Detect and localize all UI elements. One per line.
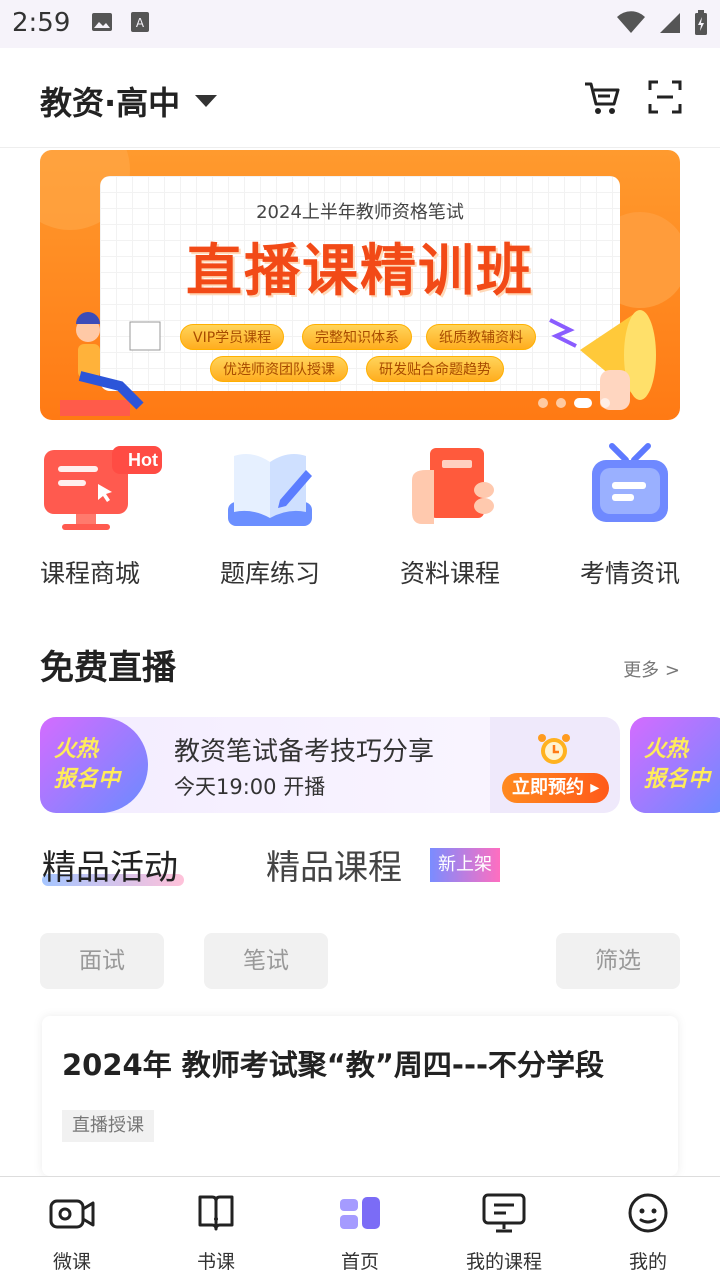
video-camera-icon <box>49 1199 95 1229</box>
nav-home[interactable]: 首页 <box>300 1191 420 1274</box>
section-title-free-live: 免费直播 <box>40 648 176 688</box>
hot-badge-line2: 报名中 <box>54 767 121 792</box>
hot-signup-badge: 火热 报名中 <box>630 717 720 813</box>
banner-subtitle: 2024上半年教师资格笔试 <box>256 202 464 223</box>
filter-interview[interactable]: 面试 <box>40 933 164 989</box>
banner-pagination <box>538 398 610 408</box>
nav-my-courses[interactable]: 我的课程 <box>444 1191 564 1274</box>
cart-icon[interactable] <box>582 78 622 118</box>
alarm-clock-icon <box>538 734 570 764</box>
hot-badge-line1: 火热 <box>644 737 689 762</box>
nav-label: 我的 <box>628 1251 667 1273</box>
hot-badge-line1: 火热 <box>54 737 99 762</box>
promo-banner[interactable]: 2024上半年教师资格笔试 直播课精训班 VIP学员课程 完整知识体系 纸质教辅… <box>40 150 680 420</box>
quick-link-label: 题库练习 <box>219 559 320 588</box>
reserve-panel: 立即预约 ▸ <box>490 717 620 813</box>
banner-tag: 完整知识体系 <box>302 324 412 350</box>
monitor-icon <box>482 1193 526 1233</box>
status-bar: 2:59 A <box>0 0 720 48</box>
quick-link-materials[interactable]: 资料课程 <box>360 440 540 590</box>
quick-link-question-bank[interactable]: 题库练习 <box>180 440 360 590</box>
hot-badge-line2: 报名中 <box>644 767 711 792</box>
nav-label: 微课 <box>52 1251 91 1273</box>
exam-selector-label: 教资·高中 <box>40 84 181 122</box>
live-title: 教资笔试备考技巧分享 <box>174 737 435 767</box>
quick-links: Hot 课程商城 题库练习 资料课程 考情资讯 <box>0 440 720 600</box>
student-illustration <box>60 312 161 416</box>
course-tag: 直播授课 <box>62 1110 154 1142</box>
tab-featured-courses[interactable]: 精品课程 <box>266 840 402 889</box>
banner-headline: 直播课精训班 <box>186 239 534 304</box>
nav-label: 首页 <box>340 1251 379 1273</box>
quick-link-label: 考情资讯 <box>579 559 680 588</box>
smiley-icon <box>628 1193 668 1233</box>
home-grid-icon <box>340 1197 380 1229</box>
live-card[interactable]: 火热 报名中 <box>630 717 720 813</box>
quick-link-label: 课程商城 <box>39 559 140 588</box>
nav-label: 我的课程 <box>465 1251 542 1273</box>
live-card[interactable]: 火热 报名中 教资笔试备考技巧分享 今天19:00 开播 立即预约 ▸ <box>40 717 620 813</box>
svg-text:A: A <box>136 16 145 30</box>
exam-selector[interactable]: 教资·高中 <box>40 78 218 124</box>
banner-tag: 纸质教辅资料 <box>426 324 536 350</box>
quick-link-exam-news[interactable]: 考情资讯 <box>540 440 720 590</box>
new-badge: 新上架 <box>430 848 500 882</box>
nav-me[interactable]: 我的 <box>588 1191 708 1274</box>
filter-written[interactable]: 笔试 <box>204 933 328 989</box>
banner-tag: 优选师资团队授课 <box>210 356 348 382</box>
bottom-nav: 微课 书课 首页 我的课程 我的 <box>0 1176 720 1280</box>
course-title: 2024年 教师考试聚“教”周四---不分学段 <box>62 1048 605 1082</box>
reserve-button[interactable]: 立即预约 ▸ <box>502 773 610 803</box>
content-tabs: 精品活动 精品课程 新上架 <box>40 840 680 900</box>
signal-icon <box>660 13 680 33</box>
hot-badge: Hot <box>128 450 158 470</box>
nav-label: 书课 <box>196 1251 235 1273</box>
book-icon <box>198 1195 234 1231</box>
quick-link-label: 资料课程 <box>399 559 500 588</box>
wifi-icon <box>617 11 645 33</box>
tv-icon <box>592 443 668 522</box>
nav-micro-course[interactable]: 微课 <box>12 1191 132 1274</box>
nav-book-course[interactable]: 书课 <box>156 1191 276 1274</box>
book-pen-icon <box>228 454 312 526</box>
hand-book-icon <box>412 448 494 524</box>
filter-button[interactable]: 筛选 <box>556 933 680 989</box>
text-recognition-icon: A <box>131 12 149 32</box>
hot-signup-badge: 火热 报名中 <box>40 717 148 813</box>
quick-link-course-mall[interactable]: Hot 课程商城 <box>0 440 180 590</box>
tab-featured-activities[interactable]: 精品活动 <box>42 840 178 889</box>
app-bar: 教资·高中 <box>0 48 720 148</box>
scan-icon[interactable] <box>648 80 682 114</box>
caret-down-icon <box>195 95 218 107</box>
course-card[interactable]: 2024年 教师考试聚“教”周四---不分学段 直播授课 <box>42 1016 678 1176</box>
reserve-button-label: 立即预约 <box>512 777 584 798</box>
live-time: 今天19:00 开播 <box>174 775 326 799</box>
banner-tag: VIP学员课程 <box>180 324 285 350</box>
more-link[interactable]: 更多 > <box>623 656 680 682</box>
battery-icon <box>695 10 707 35</box>
image-icon <box>92 13 112 31</box>
banner-tag: 研发贴合命题趋势 <box>366 356 504 382</box>
status-time: 2:59 <box>12 8 71 38</box>
